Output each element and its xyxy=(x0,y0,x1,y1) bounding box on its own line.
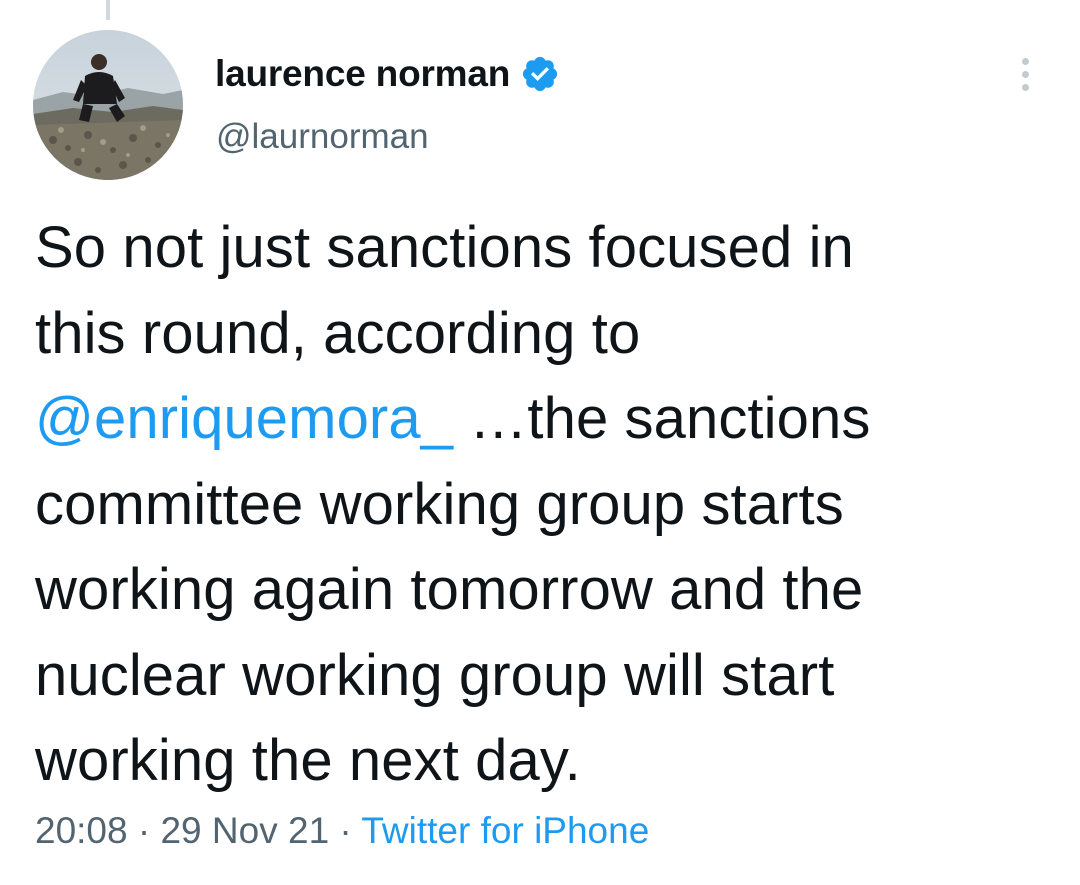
tweet-metadata: 20:08 · 29 Nov 21 · Twitter for iPhone xyxy=(35,810,649,852)
meta-separator: · xyxy=(127,810,161,851)
author-handle[interactable]: @laurnorman xyxy=(216,117,429,157)
tweet-line: committee working group starts xyxy=(35,471,844,537)
author-display-name[interactable]: laurence norman xyxy=(215,53,510,95)
tweet-line: So not just sanctions focused in xyxy=(35,215,854,280)
more-options-icon[interactable] xyxy=(1005,52,1045,96)
tweet-source-link[interactable]: Twitter for iPhone xyxy=(361,810,649,851)
tweet-time[interactable]: 20:08 xyxy=(35,810,128,851)
author-name-row[interactable]: laurence norman xyxy=(215,52,560,96)
tweet-line-with-mention: @enriquemora_ …the sanctions xyxy=(35,376,1055,462)
tweet-date[interactable]: 29 Nov 21 xyxy=(160,810,329,851)
tweet-line: nuclear working group will start xyxy=(35,642,835,708)
verified-badge-icon xyxy=(520,54,560,94)
more-dot xyxy=(1021,83,1029,91)
thread-connector-line xyxy=(106,0,110,20)
mention-link[interactable]: @enriquemora_ xyxy=(35,386,453,451)
tweet-line-rest: …the sanctions xyxy=(453,386,871,451)
avatar-photo xyxy=(33,30,183,180)
tweet-text: So not just sanctions focused in this ro… xyxy=(35,205,1055,804)
tweet-line: working again tomorrow and the xyxy=(35,557,864,622)
tweet-line: this round, according to xyxy=(35,300,641,366)
meta-separator: · xyxy=(329,810,362,851)
avatar[interactable] xyxy=(33,30,183,180)
more-dot xyxy=(1021,70,1029,78)
tweet-line: working the next day. xyxy=(35,728,581,793)
more-dot xyxy=(1021,57,1029,65)
